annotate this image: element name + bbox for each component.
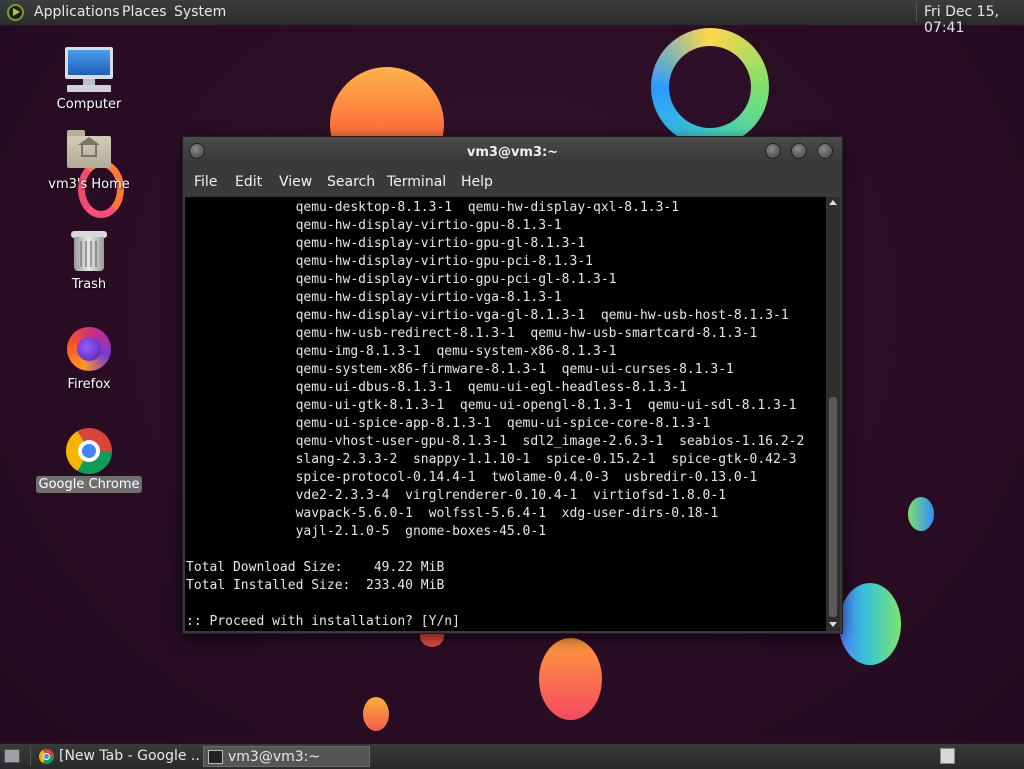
desktop-icon-label: Trash [71, 277, 107, 292]
desktop-icon-label: Google Chrome [35, 476, 143, 493]
clock[interactable]: Fri Dec 15, 07:41 [924, 4, 1024, 36]
maximize-icon[interactable] [791, 143, 807, 159]
desktop-icon-trash[interactable]: Trash [34, 229, 144, 299]
bottom-panel: [New Tab - Google ... vm3@vm3:~ [0, 743, 1024, 769]
desktop-icon-label: Firefox [67, 377, 111, 392]
scroll-up-arrow-icon[interactable] [829, 200, 837, 205]
decor-blue-green-oval [839, 583, 901, 665]
menu-places[interactable]: Places [122, 4, 167, 20]
menu-help[interactable]: Help [461, 174, 493, 190]
scrollbar-thumb[interactable] [829, 397, 837, 617]
decor-orange-oval [539, 638, 602, 720]
menu-view[interactable]: View [279, 174, 312, 190]
menu-system[interactable]: System [174, 4, 226, 20]
desktop-icon-google-chrome[interactable]: Google Chrome [34, 428, 144, 498]
menu-edit[interactable]: Edit [235, 174, 262, 190]
menu-file[interactable]: File [194, 174, 217, 190]
computer-icon [65, 47, 113, 93]
home-folder-icon [67, 130, 111, 170]
workspace-switcher[interactable] [940, 748, 955, 764]
menu-search[interactable]: Search [327, 174, 375, 190]
minimize-icon[interactable] [765, 143, 781, 159]
close-icon[interactable] [817, 143, 833, 159]
window-titlebar[interactable]: vm3@vm3:~ [183, 137, 842, 167]
window-title: vm3@vm3:~ [466, 145, 559, 160]
desktop-icon-label: vm3's Home [48, 177, 130, 192]
panel-separator [916, 3, 917, 22]
decor-rainbow-ring [651, 28, 769, 146]
taskbar-item-chrome[interactable]: [New Tab - Google ... [35, 746, 200, 767]
desktop-icon-label: Computer [56, 97, 122, 112]
terminal-icon [208, 750, 223, 764]
desktop-icon-home[interactable]: vm3's Home [34, 130, 144, 200]
top-panel: Applications Places System Fri Dec 15, 0… [0, 0, 1024, 36]
taskbar-item-label: [New Tab - Google ... [59, 748, 200, 764]
desktop-icon-firefox[interactable]: Firefox [34, 327, 144, 397]
chrome-icon [66, 428, 112, 474]
taskbar-item-label: vm3@vm3:~ [228, 749, 321, 765]
terminal-scrollbar[interactable] [826, 197, 840, 631]
menu-terminal[interactable]: Terminal [387, 174, 446, 190]
decor-small-orange-oval [363, 697, 389, 731]
trash-icon [71, 231, 107, 271]
terminal-text: qemu-desktop-8.1.3-1 qemu-hw-display-qxl… [186, 200, 805, 629]
menu-applications[interactable]: Applications [34, 4, 120, 20]
scroll-down-arrow-icon[interactable] [829, 622, 837, 627]
desktop-icon-computer[interactable]: Computer [34, 47, 144, 117]
terminal-window[interactable]: vm3@vm3:~ File Edit View Search Terminal… [182, 136, 843, 634]
show-desktop-icon[interactable] [4, 749, 20, 763]
terminal-output[interactable]: qemu-desktop-8.1.3-1 qemu-hw-display-qxl… [185, 197, 826, 631]
terminal-menubar: File Edit View Search Terminal Help [183, 167, 842, 197]
chrome-icon [39, 749, 54, 764]
decor-small-green-oval [908, 497, 934, 531]
distro-logo-icon[interactable] [7, 4, 24, 21]
panel-separator [30, 747, 31, 766]
firefox-icon [67, 327, 111, 371]
taskbar-item-terminal[interactable]: vm3@vm3:~ [203, 746, 370, 767]
